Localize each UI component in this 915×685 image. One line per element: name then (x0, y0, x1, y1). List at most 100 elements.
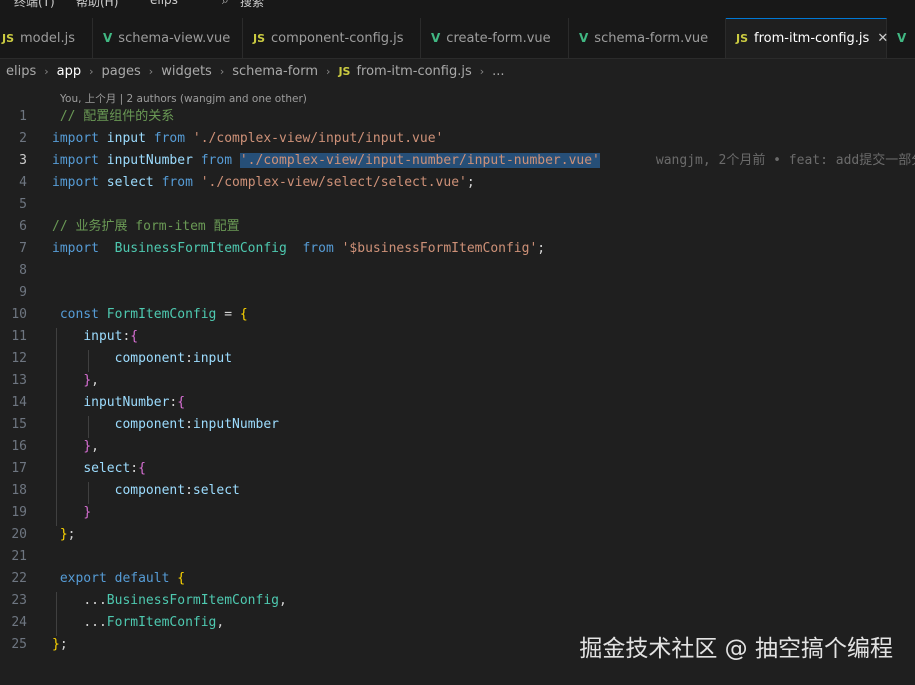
code-line[interactable]: 6 // 业务扩展 form-item 配置 (0, 216, 915, 238)
line-text: component:input (114, 351, 233, 366)
line-number: 2 (19, 131, 27, 146)
code-line[interactable]: 4 import select from './complex-view/sele… (0, 172, 915, 194)
tab-schema-form-vue[interactable]: V schema-form.vue (569, 18, 726, 58)
line-text: import select from './complex-view/selec… (52, 175, 475, 190)
line-number: 7 (19, 241, 27, 256)
line-text: }; (52, 637, 68, 652)
line-number: 13 (11, 373, 27, 388)
code-line[interactable]: 18 component:select (0, 480, 915, 502)
menu-help[interactable]: 帮助(H) (76, 0, 118, 10)
line-text: import inputNumber from './complex-view/… (52, 150, 915, 172)
code-line[interactable]: 16 }, (0, 436, 915, 458)
code-line[interactable]: 5 (0, 194, 915, 216)
breadcrumb-item-app[interactable]: app (55, 64, 83, 79)
line-number: 15 (11, 417, 27, 432)
tab-schema-view-vue[interactable]: V schema-view.vue (93, 18, 243, 58)
line-text: component:inputNumber (114, 417, 279, 432)
vue-file-icon: V (579, 31, 589, 45)
breadcrumb-item-file[interactable]: from-itm-config.js (354, 64, 473, 79)
line-number: 19 (11, 505, 27, 520)
vue-file-icon: V (103, 31, 113, 45)
line-number: 22 (11, 571, 27, 586)
code-line[interactable]: 17 select:{ (0, 458, 915, 480)
tab-from-itm-config-js[interactable]: JS from-itm-config.js ✕ (726, 18, 888, 58)
line-number: 18 (11, 483, 27, 498)
code-line[interactable]: 8 (0, 260, 915, 282)
line-number: 10 (11, 307, 27, 322)
line-number: 3 (19, 153, 27, 168)
code-line[interactable]: 1 // 配置组件的关系 (0, 106, 915, 128)
code-line[interactable]: 2 import input from './complex-view/input… (0, 128, 915, 150)
line-number: 24 (11, 615, 27, 630)
code-line[interactable]: 23 ...BusinessFormItemConfig, (0, 590, 915, 612)
js-file-icon: JS (253, 31, 266, 45)
line-number: 12 (11, 351, 27, 366)
search-icon[interactable]: ⌕ (222, 0, 229, 8)
menu-terminal[interactable]: 终端(T) (14, 0, 55, 10)
blame-code-lens[interactable]: You, 上个月 | 2 authors (wangjm and one oth… (60, 91, 307, 106)
line-number: 21 (11, 549, 27, 564)
tab-create-form-vue[interactable]: V create-form.vue (421, 18, 569, 58)
code-line[interactable]: 20 }; (0, 524, 915, 546)
line-text: ...FormItemConfig, (83, 615, 225, 630)
code-editor[interactable]: 1 // 配置组件的关系 2 import input from './compl… (0, 106, 915, 656)
breadcrumb-item-widgets[interactable]: widgets (159, 64, 214, 79)
watermark: 掘金技术社区 @ 抽空搞个编程 (579, 636, 893, 662)
breadcrumb-item-pages[interactable]: pages (100, 64, 143, 79)
line-text: // 业务扩展 form-item 配置 (52, 219, 240, 234)
breadcrumb-item-elips[interactable]: elips (4, 64, 38, 79)
code-line[interactable]: 19 } (0, 502, 915, 524)
breadcrumb-item-schema-form[interactable]: schema-form (230, 64, 320, 79)
code-line[interactable]: 11 input:{ (0, 326, 915, 348)
line-text: const FormItemConfig = { (59, 307, 248, 322)
tab-label: from-itm-config.js (754, 31, 870, 46)
chevron-right-icon: › (89, 64, 94, 78)
line-text: }, (83, 373, 99, 388)
tab-overflow[interactable]: V (887, 18, 915, 58)
line-text: ...BusinessFormItemConfig, (83, 593, 287, 608)
tab-model-js[interactable]: JS model.js (0, 18, 93, 58)
js-file-icon: JS (2, 31, 15, 45)
code-line[interactable]: 15 component:inputNumber (0, 414, 915, 436)
line-text: input:{ (83, 329, 139, 344)
line-number: 25 (11, 637, 27, 652)
line-text: export default { (59, 571, 186, 586)
code-line[interactable]: 7 import BusinessFormItemConfig from '$bu… (0, 238, 915, 260)
chevron-right-icon: › (44, 64, 49, 78)
code-line[interactable]: 12 component:input (0, 348, 915, 370)
line-text: inputNumber:{ (83, 395, 186, 410)
tab-label: create-form.vue (446, 30, 551, 46)
line-text: component:select (114, 483, 240, 498)
line-number: 5 (19, 197, 27, 212)
line-text: import input from './complex-view/input/… (52, 131, 444, 146)
tab-label: schema-form.vue (594, 30, 709, 46)
vue-file-icon: V (431, 31, 441, 45)
line-number: 8 (19, 263, 27, 278)
line-number: 20 (11, 527, 27, 542)
chevron-right-icon: › (219, 64, 225, 78)
code-line[interactable]: 22 export default { (0, 568, 915, 590)
line-text: }, (83, 439, 99, 454)
breadcrumb-item-symbols[interactable]: ... (490, 64, 506, 79)
line-number: 6 (19, 219, 27, 234)
line-text: }; (59, 527, 76, 542)
line-number: 17 (11, 461, 27, 476)
js-file-icon: JS (338, 64, 351, 78)
code-line[interactable]: 21 (0, 546, 915, 568)
code-line[interactable]: 10 const FormItemConfig = { (0, 304, 915, 326)
code-line[interactable]: 13 }, (0, 370, 915, 392)
tab-component-config-js[interactable]: JS component-config.js (243, 18, 421, 58)
code-line-current[interactable]: 3 import inputNumber from './complex-view… (0, 150, 915, 172)
vue-file-icon: V (897, 31, 907, 45)
line-number: 9 (19, 285, 27, 300)
menu-search[interactable]: 搜索 (240, 0, 264, 10)
menu-project[interactable]: elips (150, 0, 178, 7)
line-number: 23 (11, 593, 27, 608)
line-number: 1 (19, 109, 27, 124)
code-line[interactable]: 14 inputNumber:{ (0, 392, 915, 414)
line-text: // 配置组件的关系 (52, 109, 175, 124)
line-text: import BusinessFormItemConfig from '$bus… (52, 241, 546, 256)
tab-label: model.js (20, 30, 76, 46)
code-line[interactable]: 9 (0, 282, 915, 304)
js-file-icon: JS (736, 32, 749, 45)
